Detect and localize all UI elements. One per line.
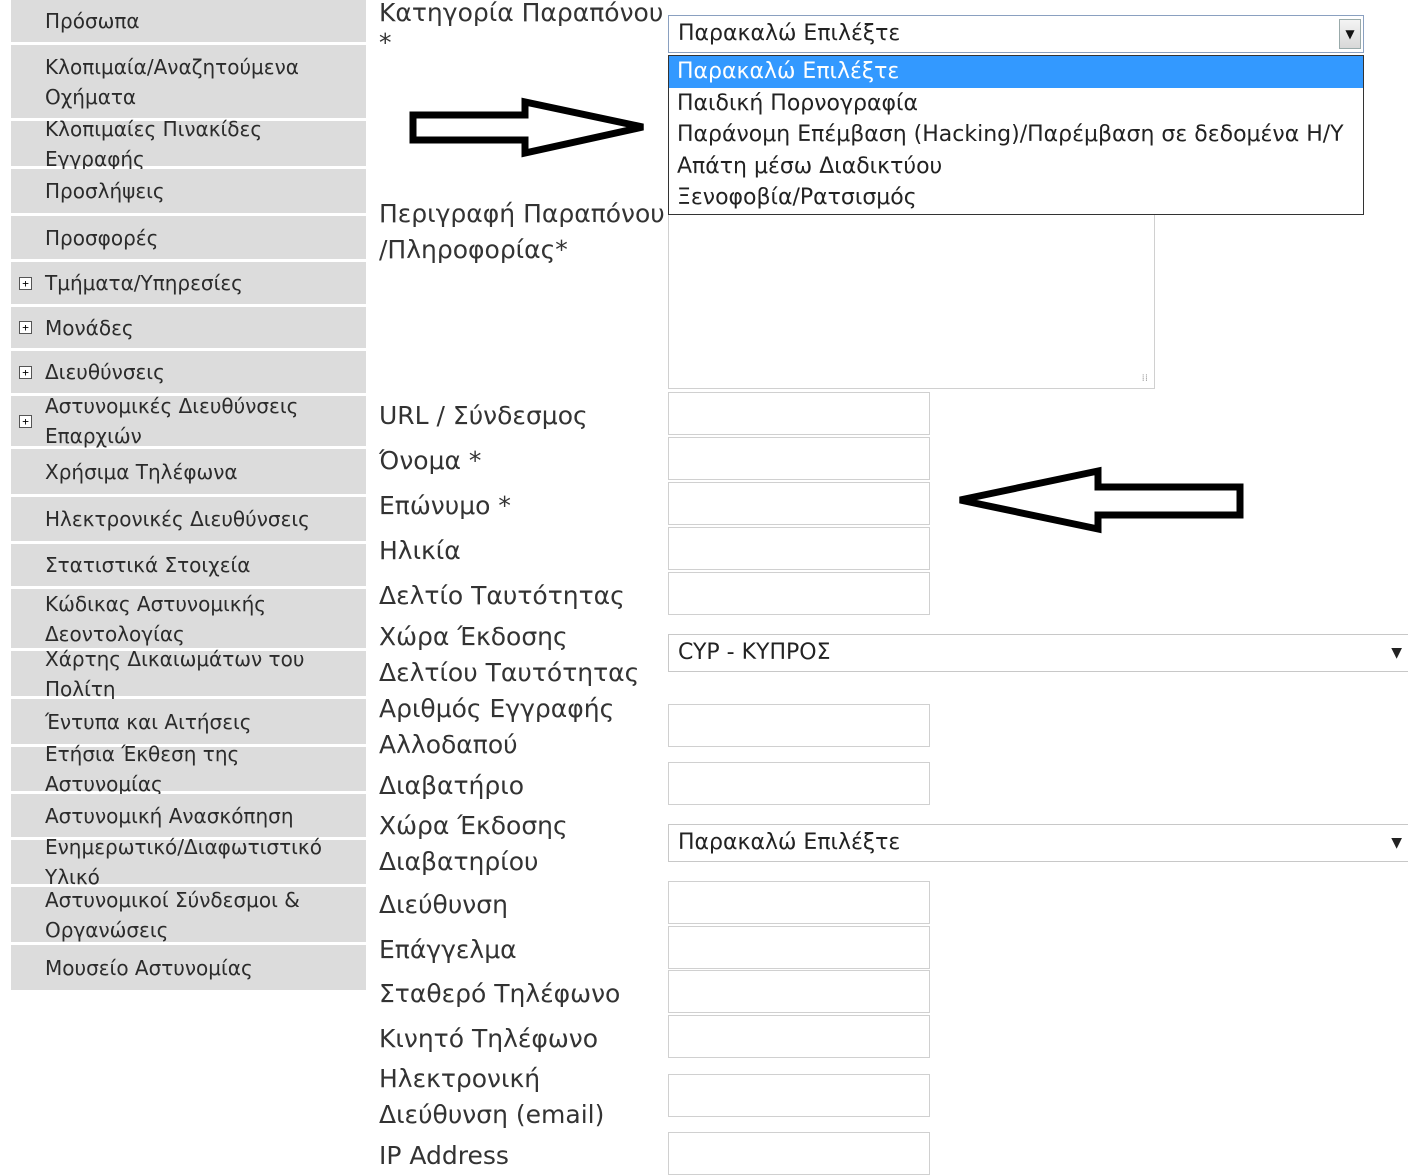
- ip-label: IP Address: [379, 1141, 509, 1170]
- id-card-label: Δελτίο Ταυτότητας: [379, 581, 625, 610]
- sidebar-item-label: Κώδικας Αστυνομικής Δεοντολογίας: [45, 591, 267, 646]
- resize-grip-icon[interactable]: ⁞⁞: [1142, 373, 1148, 384]
- sidebar-item[interactable]: Προσλήψεις: [11, 169, 366, 216]
- sidebar-item-label: Τμήματα/Υπηρεσίες: [45, 271, 243, 295]
- passport-input[interactable]: [668, 762, 930, 805]
- sidebar-item[interactable]: Μουσείο Αστυνομίας: [11, 945, 366, 993]
- profession-input[interactable]: [668, 926, 930, 969]
- sidebar-item-label: Αστυνομικές Διευθύνσεις Επαρχιών: [45, 394, 299, 448]
- category-option[interactable]: Παρακαλώ Επιλέξτε: [669, 56, 1363, 88]
- sidebar-item-label: Μονάδες: [45, 315, 134, 340]
- description-textarea[interactable]: ⁞⁞: [668, 213, 1155, 389]
- sidebar-item-label: Χάρτης Δικαιωμάτων του Πολίτη: [45, 646, 305, 701]
- sidebar-item[interactable]: Ηλεκτρονικές Διευθύνσεις: [11, 497, 366, 544]
- surname-input[interactable]: [668, 482, 930, 525]
- category-option[interactable]: Παιδική Πορνογραφία: [669, 88, 1363, 120]
- sidebar-item-label: Διευθύνσεις: [45, 360, 165, 384]
- mobile-label: Κινητό Τηλέφωνο: [379, 1024, 599, 1053]
- description-label: Περιγραφή Παραπόνου /Πληροφορίας*: [379, 199, 665, 264]
- id-card-input[interactable]: [668, 572, 930, 615]
- age-label: Ηλικία: [379, 536, 461, 565]
- sidebar-item[interactable]: Πρόσωπα: [11, 0, 366, 45]
- expand-plus-icon[interactable]: +: [19, 414, 32, 428]
- sidebar-item[interactable]: + Τμήματα/Υπηρεσίες: [11, 262, 366, 307]
- chevron-down-icon[interactable]: ▼: [1339, 19, 1361, 49]
- alien-reg-input[interactable]: [668, 704, 930, 747]
- sidebar-item-label: Πρόσωπα: [45, 9, 140, 33]
- mobile-input[interactable]: [668, 1015, 930, 1058]
- address-label: Διεύθυνση: [379, 890, 508, 919]
- sidebar-item-label: Έντυπα και Αιτήσεις: [45, 709, 252, 734]
- sidebar-item-label: Ηλεκτρονικές Διευθύνσεις: [45, 507, 310, 531]
- expand-plus-icon[interactable]: +: [19, 321, 32, 334]
- sidebar-item[interactable]: Κλοπιμαίες Πινακίδες Εγγραφής: [11, 117, 366, 171]
- age-input[interactable]: [668, 527, 930, 570]
- category-option[interactable]: Απάτη μέσω Διαδικτύου: [669, 151, 1363, 183]
- alien-reg-label: Αριθμός Εγγραφής Αλλοδαπού: [379, 694, 615, 759]
- sidebar-item-label: Κλοπιμαίες Πινακίδες Εγγραφής: [45, 116, 263, 171]
- category-select[interactable]: Παρακαλώ Επιλέξτε ▼: [668, 15, 1364, 53]
- passport-country-value: Παρακαλώ Επιλέξτε: [678, 830, 901, 855]
- chevron-down-icon[interactable]: ▼: [1391, 825, 1402, 861]
- address-input[interactable]: [668, 881, 930, 924]
- sidebar-item[interactable]: Χάρτης Δικαιωμάτων του Πολίτη: [11, 647, 366, 701]
- passport-label: Διαβατήριο: [379, 771, 524, 800]
- left-arrow-annotation: [959, 466, 1244, 534]
- id-country-select[interactable]: CYP - ΚΥΠΡΟΣ ▼: [668, 634, 1408, 672]
- sidebar-item[interactable]: + Μονάδες: [11, 307, 366, 351]
- sidebar-item[interactable]: Ενημερωτικό/Διαφωτιστικό Υλικό: [11, 835, 366, 889]
- id-country-label: Χώρα Έκδοσης Δελτίου Ταυτότητας: [379, 622, 640, 687]
- category-dropdown-list: Παρακαλώ Επιλέξτε Παιδική Πορνογραφία Παρά…: [668, 55, 1364, 215]
- sidebar-item[interactable]: Κώδικας Αστυνομικής Δεοντολογίας: [11, 589, 366, 651]
- sidebar-item-label: Προσλήψεις: [45, 179, 165, 203]
- sidebar-item-label: Κλοπιμαία/Αναζητούμενα Οχήματα: [45, 54, 299, 109]
- sidebar-item[interactable]: + Αστυνομικές Διευθύνσεις Επαρχιών: [11, 394, 366, 449]
- id-country-value: CYP - ΚΥΠΡΟΣ: [678, 640, 831, 665]
- sidebar-item-label: Ενημερωτικό/Διαφωτιστικό Υλικό: [45, 835, 322, 889]
- url-input[interactable]: [668, 392, 930, 435]
- right-arrow-annotation: [409, 97, 644, 158]
- sidebar-item[interactable]: Αστυνομικοί Σύνδεσμοι & Οργανώσεις: [11, 887, 366, 945]
- sidebar-item[interactable]: Στατιστικά Στοιχεία: [11, 544, 366, 589]
- landline-input[interactable]: [668, 970, 930, 1013]
- sidebar-item[interactable]: Ετήσια Έκθεση της Αστυνομίας: [11, 742, 366, 796]
- sidebar-item-label: Μουσείο Αστυνομίας: [45, 955, 253, 980]
- url-label: URL / Σύνδεσμος: [379, 401, 588, 430]
- passport-country-label: Χώρα Έκδοσης Διαβατηρίου: [379, 811, 568, 876]
- category-label: Κατηγορία Παραπόνου *: [379, 0, 664, 57]
- category-option[interactable]: Παράνομη Επέμβαση (Hacking)/Παρέμβαση σε…: [669, 119, 1363, 151]
- name-input[interactable]: [668, 437, 930, 480]
- surname-label: Επώνυμο *: [379, 491, 511, 520]
- sidebar-item-label: Αστυνομική Ανασκόπηση: [45, 803, 294, 828]
- sidebar-item[interactable]: Προσφορές: [11, 216, 366, 262]
- category-select-value: Παρακαλώ Επιλέξτε: [678, 21, 901, 46]
- landline-label: Σταθερό Τηλέφωνο: [379, 979, 621, 1008]
- sidebar-item[interactable]: + Διευθύνσεις: [11, 351, 366, 396]
- ip-input[interactable]: [668, 1132, 930, 1175]
- sidebar-nav: Πρόσωπα Κλοπιμαία/Αναζητούμενα Οχήματα Κλο…: [11, 0, 366, 993]
- sidebar-item-label: Αστυνομικοί Σύνδεσμοι & Οργανώσεις: [45, 887, 300, 942]
- email-label: Ηλεκτρονική Διεύθυνση (email): [379, 1064, 605, 1129]
- sidebar-item-label: Προσφορές: [45, 225, 159, 250]
- name-label: Όνομα *: [379, 446, 482, 475]
- sidebar-item[interactable]: Χρήσιμα Τηλέφωνα: [11, 449, 366, 497]
- sidebar-item[interactable]: Κλοπιμαία/Αναζητούμενα Οχήματα: [11, 45, 366, 121]
- chevron-down-icon[interactable]: ▼: [1391, 635, 1402, 671]
- passport-country-select[interactable]: Παρακαλώ Επιλέξτε ▼: [668, 824, 1408, 862]
- profession-label: Επάγγελμα: [379, 935, 517, 964]
- sidebar-item-label: Χρήσιμα Τηλέφωνα: [45, 459, 238, 484]
- sidebar-item-label: Ετήσια Έκθεση της Αστυνομίας: [45, 742, 240, 796]
- category-option[interactable]: Ξενοφοβία/Ρατσισμός: [669, 182, 1363, 214]
- sidebar-item-label: Στατιστικά Στοιχεία: [45, 553, 251, 577]
- email-input[interactable]: [668, 1074, 930, 1117]
- expand-plus-icon[interactable]: +: [19, 276, 32, 290]
- expand-plus-icon[interactable]: +: [19, 365, 32, 379]
